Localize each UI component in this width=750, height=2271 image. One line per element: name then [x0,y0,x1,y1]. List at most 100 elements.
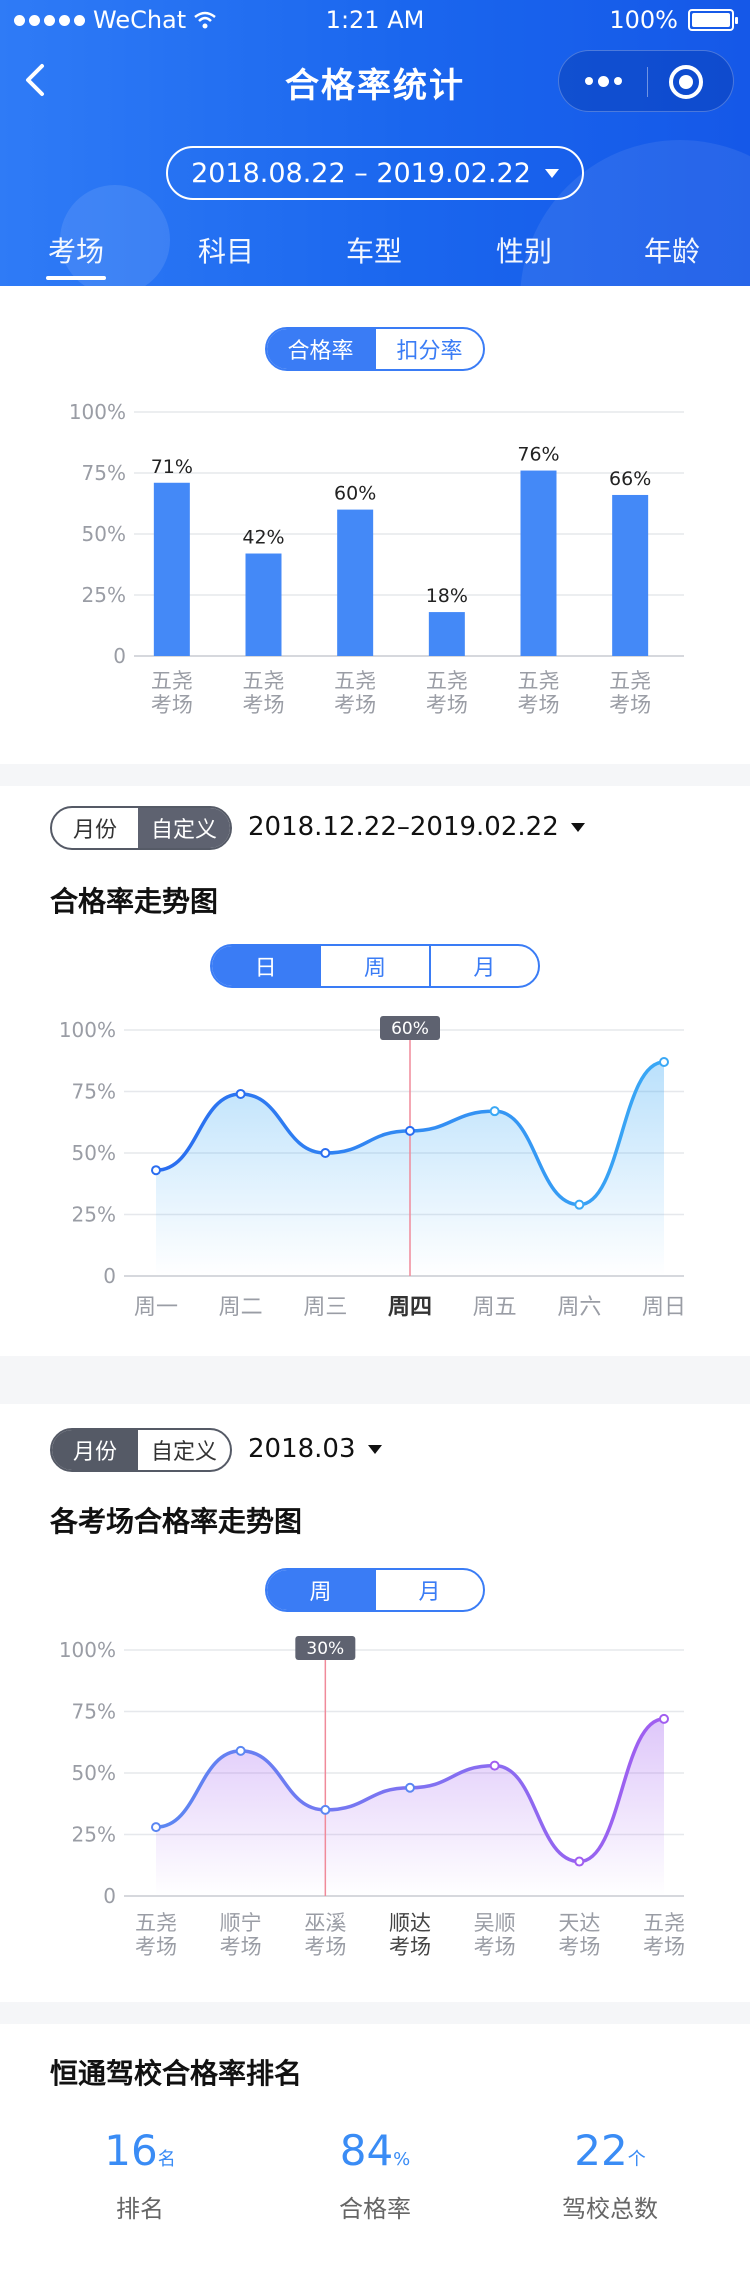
y-tick-label: 25% [72,1203,116,1227]
ranking-title: 恒通驾校合格率排名 [50,2057,303,2090]
data-point [405,1125,415,1136]
x-tick-label: 五尧 [518,669,560,693]
tab-gender[interactable]: 性别 [496,230,552,270]
date-range-picker[interactable]: 2018.08.22 – 2019.02.22 [166,146,584,200]
trend-line-chart: 100% 75% 50% 25% 0 60% 周一 周二 周三 周四 周五 周六 周日 [59,1016,686,1320]
nav-bar: 合格率统计 [0,44,750,116]
y-tick-label: 50% [72,1141,116,1165]
y-tick-label: 0 [113,644,126,668]
bar-chart: 100% 75% 50% 25% 0 71% 五尧考场 42% 五尧考场 60% 五尧考场 18% 五尧… [69,400,684,717]
x-tick-label: 五尧 [426,669,468,693]
data-point [659,1056,669,1067]
data-point [320,1148,331,1158]
miniprogram-capsule [558,50,734,112]
x-tick-label: 五尧 [334,669,376,693]
site-trend-card: 月份 自定义 2018.03 各考场合格率走势图 周 月 100% 75% 50% 2… [0,1404,750,2002]
battery-percent: 100% [609,6,678,34]
data-point [151,1165,161,1176]
stat-rank: 16名 排名 [15,2126,265,2224]
y-tick-label: 25% [82,583,126,607]
date-range-text: 2018.08.22 – 2019.02.22 [191,157,531,189]
x-tick-label: 考场 [474,1935,516,1959]
x-tick-label: 吴顺 [474,1911,516,1935]
ranking-stats: 16名 排名 84% 合格率 22个 驾校总数 [0,2126,750,2246]
x-tick-label: 考场 [609,693,651,717]
data-point [151,1822,161,1833]
stat-pass-rate-unit: % [393,2149,411,2170]
stat-school-total-label: 驾校总数 [562,2195,658,2223]
x-tick-label: 考场 [151,693,193,717]
y-tick-label: 0 [103,1884,116,1908]
header: WeChat 1:21 AM 100% 合格率统计 2018.08.22 – 2… [0,0,750,286]
tab-exam-site[interactable]: 考场 [48,230,104,270]
data-point [235,1745,246,1756]
x-tick-label: 考场 [558,1935,600,1959]
x-tick-label: 考场 [243,693,285,717]
y-tick-label: 75% [82,461,126,485]
x-tick-label: 考场 [304,1935,346,1959]
x-tick-label: 考场 [426,693,468,717]
data-point [659,1713,669,1724]
data-point [489,1760,500,1771]
tooltip-label: 30% [306,1639,344,1659]
x-tick-label: 顺达 [389,1911,431,1935]
category-tabs: 考场 科目 车型 性别 年龄 [0,230,750,286]
x-tick-label: 考场 [220,1935,262,1959]
x-tick-label: 五尧 [609,669,651,693]
stat-rank-unit: 名 [157,2149,176,2170]
y-tick-label: 75% [72,1080,116,1104]
y-tick-label: 75% [72,1700,116,1724]
x-tick-label: 天达 [558,1911,600,1935]
stat-pass-rate-label: 合格率 [339,2195,411,2223]
tab-subject[interactable]: 科目 [198,230,254,270]
y-tick-label: 0 [103,1264,116,1288]
x-tick-label: 考场 [334,693,376,717]
pass-rate-trend-card: 月份 自定义 2018.12.22–2019.02.22 合格率走势图 日 周 … [0,786,750,1356]
bar-value-label: 66% [609,468,651,490]
x-tick-label: 周三 [303,1295,347,1320]
bar-value-label: 18% [426,585,468,607]
bar-value-label: 76% [517,444,559,466]
y-tick-label: 100% [59,1018,116,1042]
bar [428,612,465,656]
y-tick-label: 100% [59,1638,116,1662]
x-tick-label: 周四 [388,1295,432,1320]
close-target-icon[interactable] [669,65,703,99]
stat-school-total-unit: 个 [627,2149,646,2170]
ranking-card: 恒通驾校合格率排名 16名 排名 84% 合格率 22个 驾校总数 [0,2024,750,2271]
stat-pass-rate-value: 84 [339,2126,394,2175]
status-bar: WeChat 1:21 AM 100% [0,0,750,40]
data-point [320,1804,331,1815]
stat-rank-value: 16 [104,2126,158,2175]
line-area [156,1718,664,1896]
x-tick-label: 周一 [134,1295,178,1320]
bar [245,553,282,656]
data-point [235,1088,246,1099]
chevron-down-icon [544,168,559,178]
y-tick-label: 50% [72,1761,116,1785]
x-tick-label: 五尧 [135,1911,177,1935]
x-tick-label: 周五 [473,1295,517,1320]
data-point [489,1106,500,1117]
tab-car-type[interactable]: 车型 [346,230,402,270]
active-tab-indicator [46,276,106,280]
x-tick-label: 考场 [518,693,560,717]
battery-icon [688,9,738,31]
x-tick-label: 周二 [219,1295,263,1320]
more-icon[interactable] [585,75,622,87]
x-tick-label: 考场 [389,1935,431,1959]
x-tick-label: 五尧 [243,669,285,693]
y-tick-label: 100% [69,400,126,424]
x-tick-label: 考场 [643,1935,685,1959]
stat-school-total-value: 22 [574,2126,628,2175]
status-right: 100% [609,6,738,34]
x-tick-label: 五尧 [643,1911,685,1935]
x-tick-label: 巫溪 [304,1911,346,1935]
bar-value-label: 71% [151,456,193,478]
y-tick-label: 50% [82,522,126,546]
stat-pass-rate: 84% 合格率 [250,2126,500,2224]
tooltip-label: 60% [391,1019,429,1039]
tab-age[interactable]: 年龄 [644,230,700,270]
data-point [405,1782,415,1793]
data-point [574,1856,585,1867]
